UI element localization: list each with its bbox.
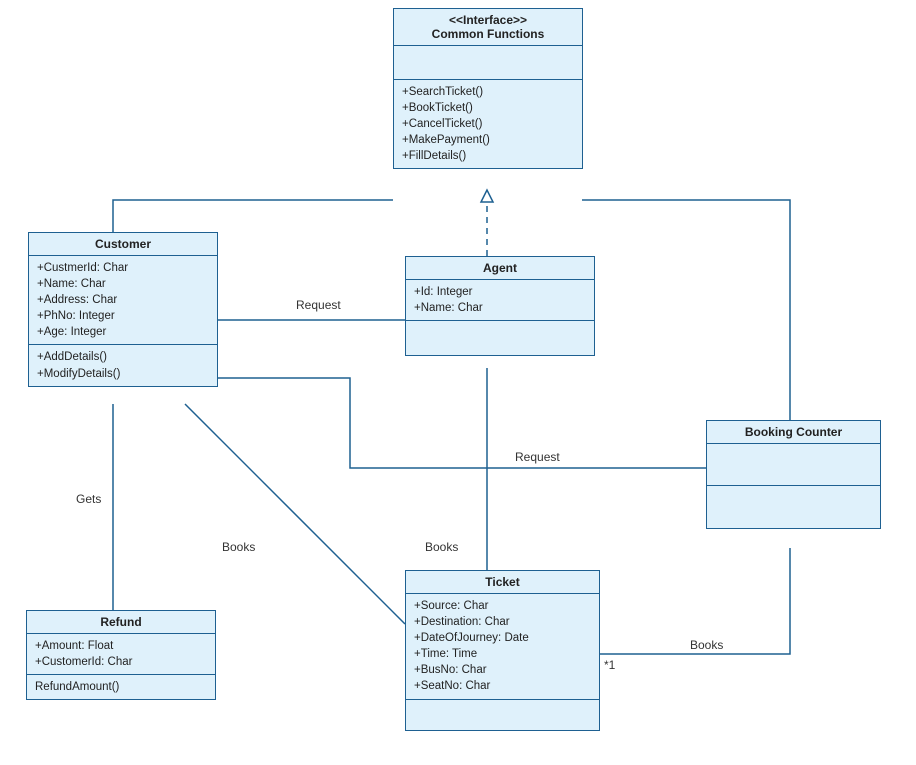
class-name-label: Customer (29, 233, 217, 256)
class-common-functions: <<Interface>> Common Functions +SearchTi… (393, 8, 583, 169)
class-name-label: Common Functions (402, 27, 574, 41)
class-ticket: Ticket +Source: Char +Destination: Char … (405, 570, 600, 731)
class-title: <<Interface>> Common Functions (394, 9, 582, 46)
class-name-label: Refund (27, 611, 215, 634)
edge-label-gets: Gets (76, 492, 101, 506)
operations-section: +AddDetails() +ModifyDetails() (29, 345, 217, 385)
attributes-section: +CustmerId: Char +Name: Char +Address: C… (29, 256, 217, 345)
edge-label-books: Books (690, 638, 723, 652)
stereotype-label: <<Interface>> (402, 13, 574, 27)
uml-canvas: <<Interface>> Common Functions +SearchTi… (0, 0, 916, 765)
class-agent: Agent +Id: Integer +Name: Char (405, 256, 595, 356)
attributes-section (707, 444, 880, 486)
attributes-section: +Amount: Float +CustomerId: Char (27, 634, 215, 675)
attributes-section: +Id: Integer +Name: Char (406, 280, 594, 321)
attributes-section: +Source: Char +Destination: Char +DateOf… (406, 594, 599, 700)
edge-label-books: Books (222, 540, 255, 554)
class-name-label: Ticket (406, 571, 599, 594)
operations-section (406, 321, 594, 355)
class-name-label: Booking Counter (707, 421, 880, 444)
operations-section (406, 700, 599, 730)
edge-label-request: Request (296, 298, 341, 312)
edge-label-books: Books (425, 540, 458, 554)
operations-section (707, 486, 880, 528)
attributes-section (394, 46, 582, 80)
multiplicity-label: *1 (604, 658, 615, 672)
edge-label-request: Request (515, 450, 560, 464)
class-refund: Refund +Amount: Float +CustomerId: Char … (26, 610, 216, 700)
operations-section: RefundAmount() (27, 675, 215, 699)
class-booking-counter: Booking Counter (706, 420, 881, 529)
operations-section: +SearchTicket() +BookTicket() +CancelTic… (394, 80, 582, 168)
class-customer: Customer +CustmerId: Char +Name: Char +A… (28, 232, 218, 387)
class-name-label: Agent (406, 257, 594, 280)
